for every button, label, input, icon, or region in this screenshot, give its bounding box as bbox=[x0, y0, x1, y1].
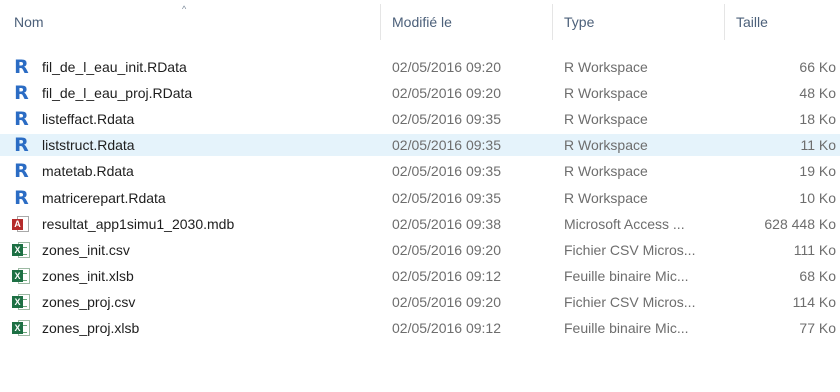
file-row[interactable]: Rliststruct.Rdata 02/05/2016 09:35 R Works… bbox=[0, 134, 840, 156]
r-icon: R bbox=[14, 187, 29, 209]
file-name: matetab.Rdata bbox=[42, 163, 134, 179]
file-type: Fichier CSV Micros... bbox=[564, 242, 696, 258]
file-modified: 02/05/2016 09:35 bbox=[392, 163, 501, 179]
file-size: 77 Ko bbox=[799, 320, 836, 336]
file-modified: 02/05/2016 09:35 bbox=[392, 190, 501, 206]
file-type: R Workspace bbox=[564, 137, 648, 153]
file-size: 114 Ko bbox=[792, 294, 836, 310]
file-type: Feuille binaire Mic... bbox=[564, 320, 689, 336]
access-icon: A bbox=[12, 215, 30, 233]
file-modified: 02/05/2016 09:35 bbox=[392, 111, 501, 127]
file-name: zones_proj.xlsb bbox=[42, 320, 140, 336]
file-size: 10 Ko bbox=[799, 190, 836, 206]
file-name-cell[interactable]: Rfil_de_l_eau_init.RData bbox=[12, 56, 378, 78]
file-type: R Workspace bbox=[564, 163, 648, 179]
column-header-size[interactable]: Taille bbox=[724, 0, 840, 44]
file-name: zones_init.xlsb bbox=[42, 268, 134, 284]
file-row[interactable]: Rmatricerepart.Rdata 02/05/2016 09:35 R Wo… bbox=[0, 187, 840, 209]
excel-icon: X bbox=[12, 293, 30, 311]
column-header-name[interactable]: Nom bbox=[0, 0, 380, 44]
file-name-cell[interactable]: Rmatetab.Rdata bbox=[12, 160, 378, 182]
excel-icon: X bbox=[12, 319, 30, 337]
r-icon: R bbox=[14, 108, 29, 130]
file-name-cell[interactable]: Xzones_init.csv bbox=[12, 239, 378, 261]
file-type: Microsoft Access ... bbox=[564, 216, 685, 232]
file-name: matricerepart.Rdata bbox=[42, 190, 166, 206]
file-size: 19 Ko bbox=[799, 163, 836, 179]
file-name: zones_proj.csv bbox=[42, 294, 136, 310]
column-header: Nom ^ Modifié le Type Taille bbox=[0, 0, 840, 44]
file-type: R Workspace bbox=[564, 190, 648, 206]
file-row[interactable]: Xzones_init.csv 02/05/2016 09:20 Fichier C… bbox=[0, 239, 840, 261]
r-icon: R bbox=[14, 82, 29, 104]
column-header-type[interactable]: Type bbox=[552, 0, 724, 44]
file-row[interactable]: Rlisteffact.Rdata 02/05/2016 09:35 R Works… bbox=[0, 108, 840, 130]
file-name-cell[interactable]: Rmatricerepart.Rdata bbox=[12, 187, 378, 209]
r-icon: R bbox=[14, 56, 29, 78]
file-row[interactable]: Xzones_proj.csv 02/05/2016 09:20 Fichier C… bbox=[0, 291, 840, 313]
file-row[interactable]: Rfil_de_l_eau_init.RData 02/05/2016 09:20… bbox=[0, 56, 840, 78]
file-name-cell[interactable]: Rlisteffact.Rdata bbox=[12, 108, 378, 130]
file-type: Fichier CSV Micros... bbox=[564, 294, 696, 310]
file-row[interactable]: Rmatetab.Rdata 02/05/2016 09:35 R Workspac… bbox=[0, 160, 840, 182]
file-modified: 02/05/2016 09:38 bbox=[392, 216, 501, 232]
file-size: 48 Ko bbox=[799, 85, 836, 101]
file-type: R Workspace bbox=[564, 59, 648, 75]
file-name-cell[interactable]: Xzones_init.xlsb bbox=[12, 265, 378, 287]
file-size: 628 448 Ko bbox=[764, 216, 836, 232]
file-row[interactable]: Xzones_init.xlsb 02/05/2016 09:12 Feuille … bbox=[0, 265, 840, 287]
sort-indicator-icon: ^ bbox=[182, 4, 187, 14]
file-row[interactable]: Xzones_proj.xlsb 02/05/2016 09:12 Feuille … bbox=[0, 317, 840, 339]
file-name-cell[interactable]: Rliststruct.Rdata bbox=[12, 134, 378, 156]
file-name-cell[interactable]: Xzones_proj.xlsb bbox=[12, 317, 378, 339]
file-modified: 02/05/2016 09:20 bbox=[392, 85, 501, 101]
file-modified: 02/05/2016 09:12 bbox=[392, 268, 501, 284]
file-size: 11 Ko bbox=[800, 137, 836, 153]
file-name: fil_de_l_eau_init.RData bbox=[42, 59, 187, 75]
file-row[interactable]: Rfil_de_l_eau_proj.RData 02/05/2016 09:20… bbox=[0, 82, 840, 104]
file-modified: 02/05/2016 09:20 bbox=[392, 294, 501, 310]
file-name: listeffact.Rdata bbox=[42, 111, 135, 127]
file-name: resultat_app1simu1_2030.mdb bbox=[42, 216, 235, 232]
file-size: 68 Ko bbox=[799, 268, 836, 284]
excel-icon: X bbox=[12, 241, 30, 259]
file-size: 111 Ko bbox=[793, 242, 836, 258]
file-type: Feuille binaire Mic... bbox=[564, 268, 689, 284]
column-header-modified[interactable]: Modifié le bbox=[380, 0, 552, 44]
file-name: liststruct.Rdata bbox=[42, 137, 135, 153]
r-icon: R bbox=[14, 160, 29, 182]
file-name: fil_de_l_eau_proj.RData bbox=[42, 85, 193, 101]
file-modified: 02/05/2016 09:20 bbox=[392, 242, 501, 258]
excel-icon: X bbox=[12, 267, 30, 285]
file-modified: 02/05/2016 09:35 bbox=[392, 137, 501, 153]
file-row[interactable]: Aresultat_app1simu1_2030.mdb 02/05/2016 0… bbox=[0, 213, 840, 235]
file-name-cell[interactable]: Xzones_proj.csv bbox=[12, 291, 378, 313]
file-modified: 02/05/2016 09:12 bbox=[392, 320, 501, 336]
file-size: 18 Ko bbox=[799, 111, 836, 127]
file-name: zones_init.csv bbox=[42, 242, 130, 258]
file-type: R Workspace bbox=[564, 111, 648, 127]
file-size: 66 Ko bbox=[799, 59, 836, 75]
file-name-cell[interactable]: Rfil_de_l_eau_proj.RData bbox=[12, 82, 378, 104]
file-type: R Workspace bbox=[564, 85, 648, 101]
file-modified: 02/05/2016 09:20 bbox=[392, 59, 501, 75]
file-name-cell[interactable]: Aresultat_app1simu1_2030.mdb bbox=[12, 213, 378, 235]
r-icon: R bbox=[14, 134, 29, 156]
